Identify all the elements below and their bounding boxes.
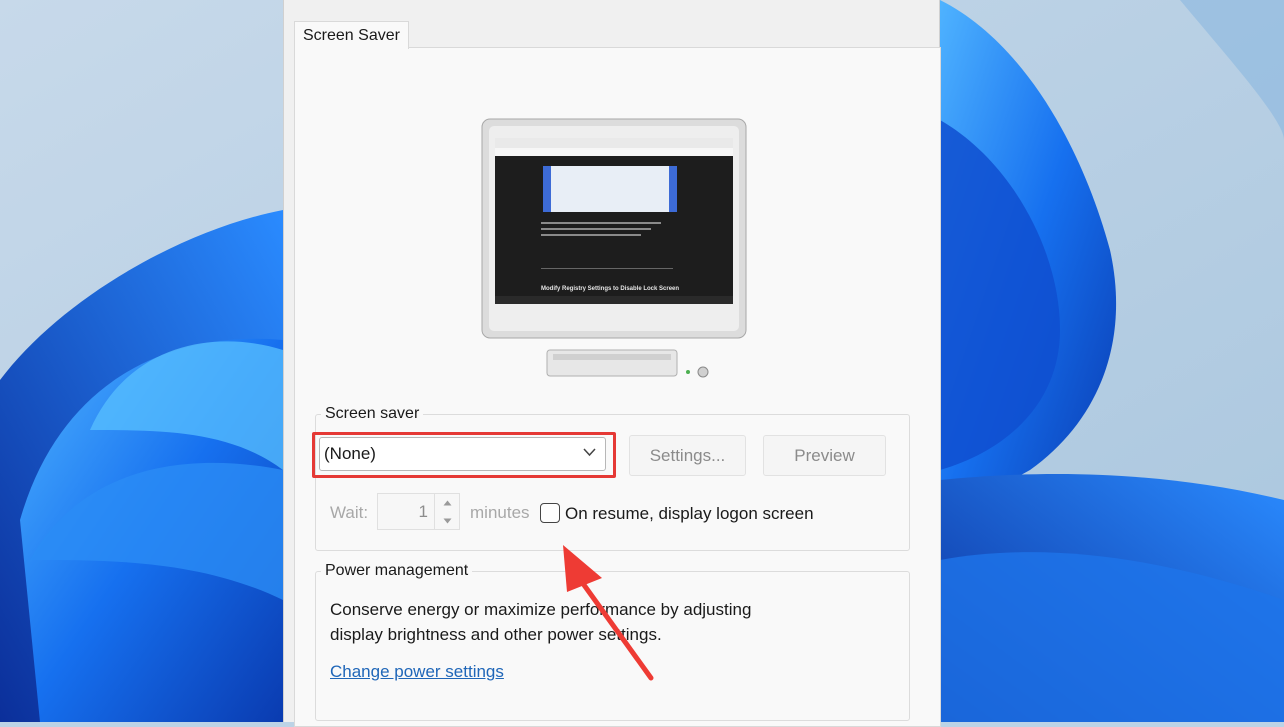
annotation-arrow <box>563 545 654 681</box>
tab-screen-saver[interactable]: Screen Saver <box>294 21 409 49</box>
screen-saver-dialog: Screen Saver Modify Registry Settings to… <box>283 0 941 727</box>
